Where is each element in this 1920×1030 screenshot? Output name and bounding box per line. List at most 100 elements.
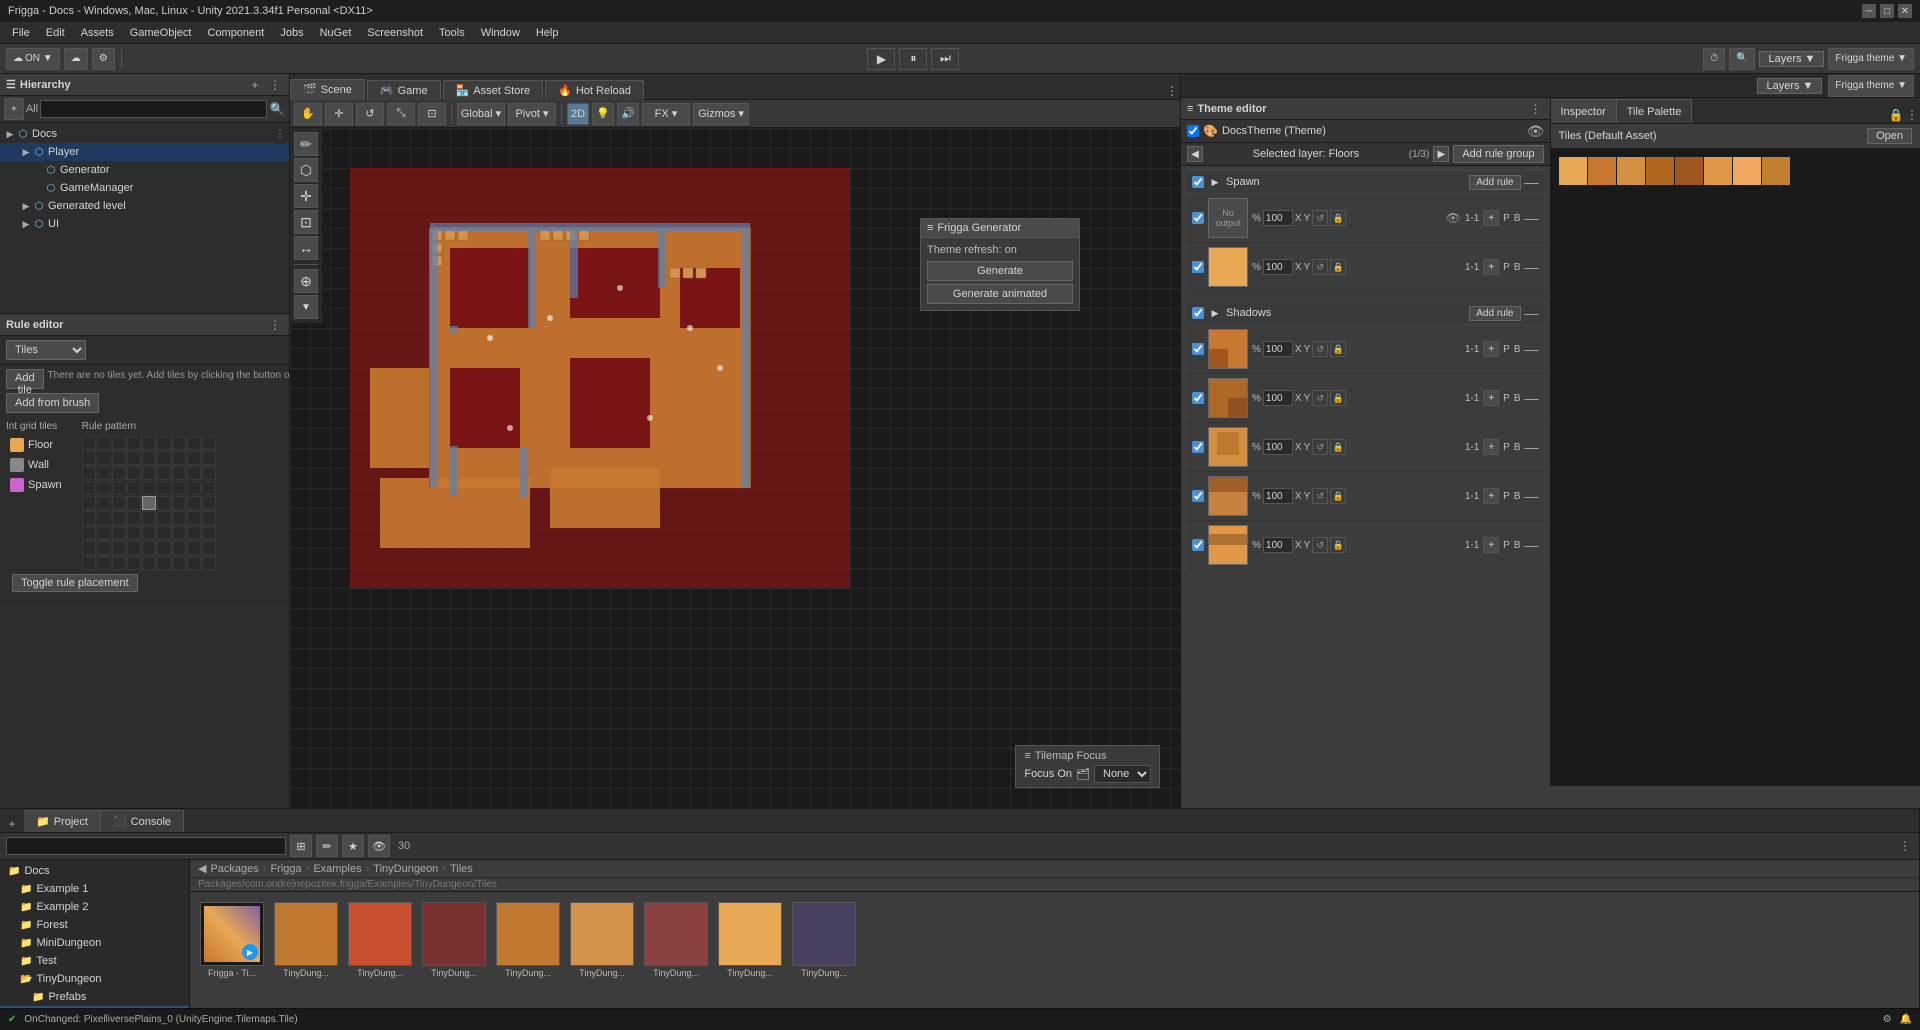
file-minidungeon[interactable]: 📁 MiniDungeon xyxy=(0,934,189,952)
grid-cell[interactable] xyxy=(142,541,156,555)
grid-cell[interactable] xyxy=(112,436,126,450)
breadcrumb-tiles[interactable]: Tiles xyxy=(450,863,473,875)
menu-nuget[interactable]: NuGet xyxy=(312,25,360,41)
tab-scene[interactable]: 🎬 Scene xyxy=(290,79,365,100)
inspector-menu-btn[interactable]: ⋮ xyxy=(1904,107,1920,123)
tab-console[interactable]: ⬛ Console xyxy=(101,810,184,832)
sr2-plus[interactable]: + xyxy=(1483,390,1499,406)
menu-gameobject[interactable]: GameObject xyxy=(122,25,200,41)
grid-cell[interactable] xyxy=(97,481,111,495)
shadows-add-rule-btn[interactable]: Add rule xyxy=(1469,306,1520,321)
grid-cell[interactable] xyxy=(97,451,111,465)
tab-hot-reload[interactable]: 🔥 Hot Reload xyxy=(545,80,644,100)
hierarchy-search-btn[interactable]: 🔍 xyxy=(269,101,285,117)
spawn-rule2-lock-btn[interactable]: 🔒 xyxy=(1330,259,1346,275)
int-grid-wall[interactable]: Wall xyxy=(6,456,66,474)
grid-cell[interactable] xyxy=(187,541,201,555)
shadow-rule1-pct[interactable] xyxy=(1263,341,1293,357)
grid-cell[interactable] xyxy=(82,556,96,570)
grid-cell[interactable] xyxy=(172,556,186,570)
breadcrumb-packages[interactable]: Packages xyxy=(210,863,258,875)
asset-tiny8[interactable]: TinyDung... xyxy=(790,900,858,980)
pause-button[interactable] xyxy=(899,48,927,70)
hand-tool[interactable]: ✋ xyxy=(294,103,322,125)
palette-cell[interactable] xyxy=(1559,157,1587,185)
add-rule-group-btn[interactable]: Add rule group xyxy=(1453,145,1543,163)
project-eye-btn[interactable]: 👁 xyxy=(368,835,390,857)
grid-cell[interactable] xyxy=(82,436,96,450)
grid-cell[interactable] xyxy=(187,526,201,540)
grid-cell[interactable] xyxy=(97,496,111,510)
tab-inspector[interactable]: Inspector xyxy=(1551,99,1617,123)
bottom-add-btn[interactable]: + xyxy=(4,816,20,832)
grid-cell[interactable] xyxy=(202,451,216,465)
int-grid-spawn[interactable]: Spawn xyxy=(6,476,66,494)
grid-cell[interactable] xyxy=(97,466,111,480)
file-tinydungeon[interactable]: 📂 TinyDungeon xyxy=(0,970,189,988)
grid-cell[interactable] xyxy=(187,481,201,495)
project-search-input[interactable] xyxy=(6,837,286,855)
grid-cell[interactable] xyxy=(82,496,96,510)
grid-cell[interactable] xyxy=(202,511,216,525)
tree-item-generator[interactable]: ▶ ⬡ Generator xyxy=(0,161,289,179)
asset-tiny6[interactable]: TinyDung... xyxy=(642,900,710,980)
palette-cell[interactable] xyxy=(1617,157,1645,185)
project-grid-btn[interactable]: ⊞ xyxy=(290,835,312,857)
shadow-rule2-pct[interactable] xyxy=(1263,390,1293,406)
file-docs[interactable]: 📁 Docs xyxy=(0,862,189,880)
grid-cell[interactable] xyxy=(127,556,141,570)
grid-cell-selected[interactable] xyxy=(142,496,156,510)
menu-assets[interactable]: Assets xyxy=(73,25,122,41)
asset-tiny2[interactable]: TinyDung... xyxy=(346,900,414,980)
eraser-tool[interactable]: ⬡ xyxy=(294,158,318,182)
file-forest[interactable]: 📁 Forest xyxy=(0,916,189,934)
grid-cell[interactable] xyxy=(82,481,96,495)
grid-cell[interactable] xyxy=(112,451,126,465)
settings-btn[interactable]: ⚙ xyxy=(92,48,115,70)
tree-item-docs[interactable]: ▶ ⬡ Docs ⋮ xyxy=(0,125,289,143)
menu-component[interactable]: Component xyxy=(199,25,272,41)
grid-cell[interactable] xyxy=(157,466,171,480)
file-example2[interactable]: 📁 Example 2 xyxy=(0,898,189,916)
spawn-add-rule-btn[interactable]: Add rule xyxy=(1469,175,1520,190)
extra-tool2[interactable]: ▼ xyxy=(294,295,318,319)
breadcrumb-examples[interactable]: Examples xyxy=(313,863,361,875)
file-test[interactable]: 📁 Test xyxy=(0,952,189,970)
paint-brush-tool[interactable]: ✏ xyxy=(294,132,318,156)
grid-cell[interactable] xyxy=(157,451,171,465)
grid-cell[interactable] xyxy=(112,511,126,525)
extra-tool[interactable]: ⊕ xyxy=(294,269,318,293)
file-example1[interactable]: 📁 Example 1 xyxy=(0,880,189,898)
shadows-group-checkbox[interactable] xyxy=(1192,307,1204,319)
menu-edit[interactable]: Edit xyxy=(38,25,73,41)
transform-btn[interactable]: Global ▾ xyxy=(457,103,505,125)
grid-cell[interactable] xyxy=(187,511,201,525)
fx-btn[interactable]: FX ▾ xyxy=(642,103,690,125)
spawn-rule1-refresh-btn[interactable]: ↺ xyxy=(1312,210,1328,226)
grid-cell[interactable] xyxy=(112,496,126,510)
shadow-rule3-pct[interactable] xyxy=(1263,439,1293,455)
shadow-rule5-pct[interactable] xyxy=(1263,537,1293,553)
asset-tiny7[interactable]: TinyDung... xyxy=(716,900,784,980)
maximize-button[interactable]: □ xyxy=(1880,4,1894,18)
pivot-btn[interactable]: Pivot ▾ xyxy=(508,103,556,125)
grid-cell[interactable] xyxy=(157,526,171,540)
move-tool[interactable]: ✛ xyxy=(325,103,353,125)
tree-item-player[interactable]: ▶ ⬡ Player xyxy=(0,143,289,161)
tab-game[interactable]: 🎮 Game xyxy=(367,80,441,100)
grid-cell[interactable] xyxy=(97,526,111,540)
grid-cell[interactable] xyxy=(142,526,156,540)
layer-next-btn[interactable]: ▶ xyxy=(1433,146,1449,162)
grid-cell[interactable] xyxy=(82,511,96,525)
flip-tool[interactable]: ↔ xyxy=(294,236,318,260)
tree-item-generated-level[interactable]: ▶ ⬡ Generated level xyxy=(0,197,289,215)
sr1-plus[interactable]: + xyxy=(1483,341,1499,357)
menu-jobs[interactable]: Jobs xyxy=(272,25,311,41)
sr2-lock[interactable]: 🔒 xyxy=(1330,390,1346,406)
grid-cell[interactable] xyxy=(82,541,96,555)
int-grid-floor[interactable]: Floor xyxy=(6,436,66,454)
grid-cell[interactable] xyxy=(157,541,171,555)
menu-help[interactable]: Help xyxy=(528,25,567,41)
tile-open-btn[interactable]: Open xyxy=(1867,128,1912,144)
menu-tools[interactable]: Tools xyxy=(431,25,473,41)
